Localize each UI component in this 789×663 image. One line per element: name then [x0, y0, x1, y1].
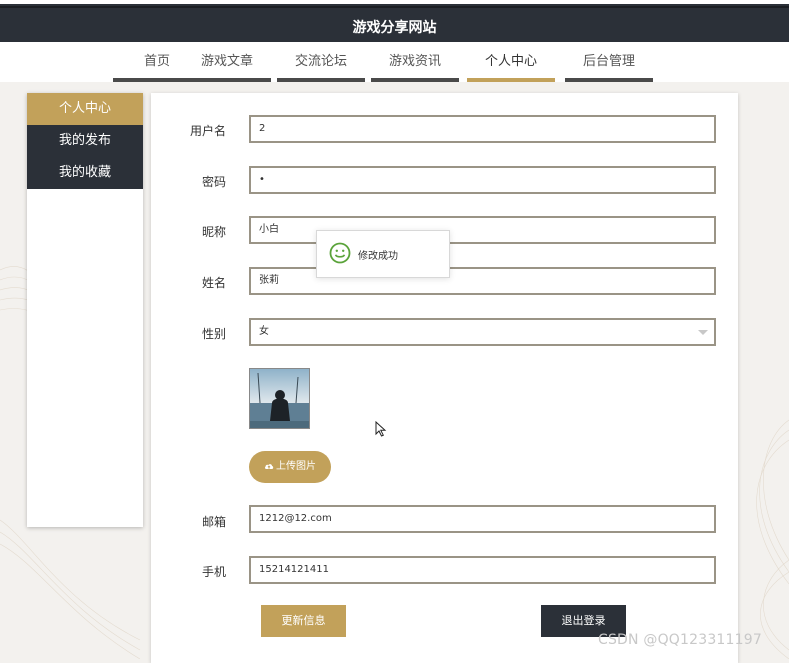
- watermark-text: CSDN @QQ123311197: [598, 632, 762, 648]
- sidebar: 个人中心 我的发布 我的收藏: [27, 93, 143, 527]
- nav-item-forum[interactable]: 交流论坛: [277, 42, 365, 82]
- avatar-image: [249, 368, 310, 429]
- mouse-cursor-icon: [375, 421, 387, 437]
- update-info-button[interactable]: 更新信息: [261, 605, 346, 637]
- sidebar-item-profile[interactable]: 个人中心: [27, 93, 143, 125]
- nickname-label: 昵称: [201, 225, 226, 239]
- phone-field[interactable]: 15214121411: [249, 556, 716, 584]
- email-field[interactable]: 1212@12.com: [249, 505, 716, 533]
- username-label: 用户名: [189, 124, 226, 138]
- phone-label: 手机: [201, 565, 226, 579]
- email-label: 邮箱: [201, 515, 226, 529]
- nav-item-admin[interactable]: 后台管理: [565, 42, 653, 82]
- username-field[interactable]: 2: [249, 115, 716, 143]
- password-label: 密码: [201, 175, 226, 189]
- cloud-upload-icon: [264, 464, 274, 469]
- site-title: 游戏分享网站: [352, 20, 437, 36]
- profile-form-panel: 用户名 2 密码 • 昵称 小白 姓名 张莉 性别 女 上传图片 邮箱 1212…: [151, 93, 738, 663]
- nav-item-articles[interactable]: 游戏文章: [183, 42, 271, 82]
- gender-select[interactable]: 女: [249, 318, 716, 346]
- success-toast: 修改成功: [316, 230, 450, 278]
- main-nav: 首页 游戏文章 交流论坛 游戏资讯 个人中心 后台管理: [0, 42, 789, 82]
- name-label: 姓名: [201, 276, 226, 290]
- nav-item-profile[interactable]: 个人中心: [467, 42, 555, 82]
- toast-message: 修改成功: [358, 251, 398, 262]
- smile-icon: [329, 242, 351, 264]
- upload-image-label: 上传图片: [276, 461, 316, 472]
- upload-image-button[interactable]: 上传图片: [249, 451, 331, 483]
- chevron-down-icon: [698, 330, 708, 335]
- nav-item-news[interactable]: 游戏资讯: [371, 42, 459, 82]
- avatar-photo-icon: [250, 369, 309, 428]
- gender-label: 性别: [201, 327, 226, 341]
- sidebar-item-favorites[interactable]: 我的收藏: [27, 157, 143, 189]
- sidebar-item-my-posts[interactable]: 我的发布: [27, 125, 143, 157]
- gender-selected-value: 女: [259, 326, 269, 337]
- header-inner: 游戏分享网站: [0, 6, 789, 44]
- password-field[interactable]: •: [249, 166, 716, 194]
- header-bar: 游戏分享网站: [0, 0, 789, 42]
